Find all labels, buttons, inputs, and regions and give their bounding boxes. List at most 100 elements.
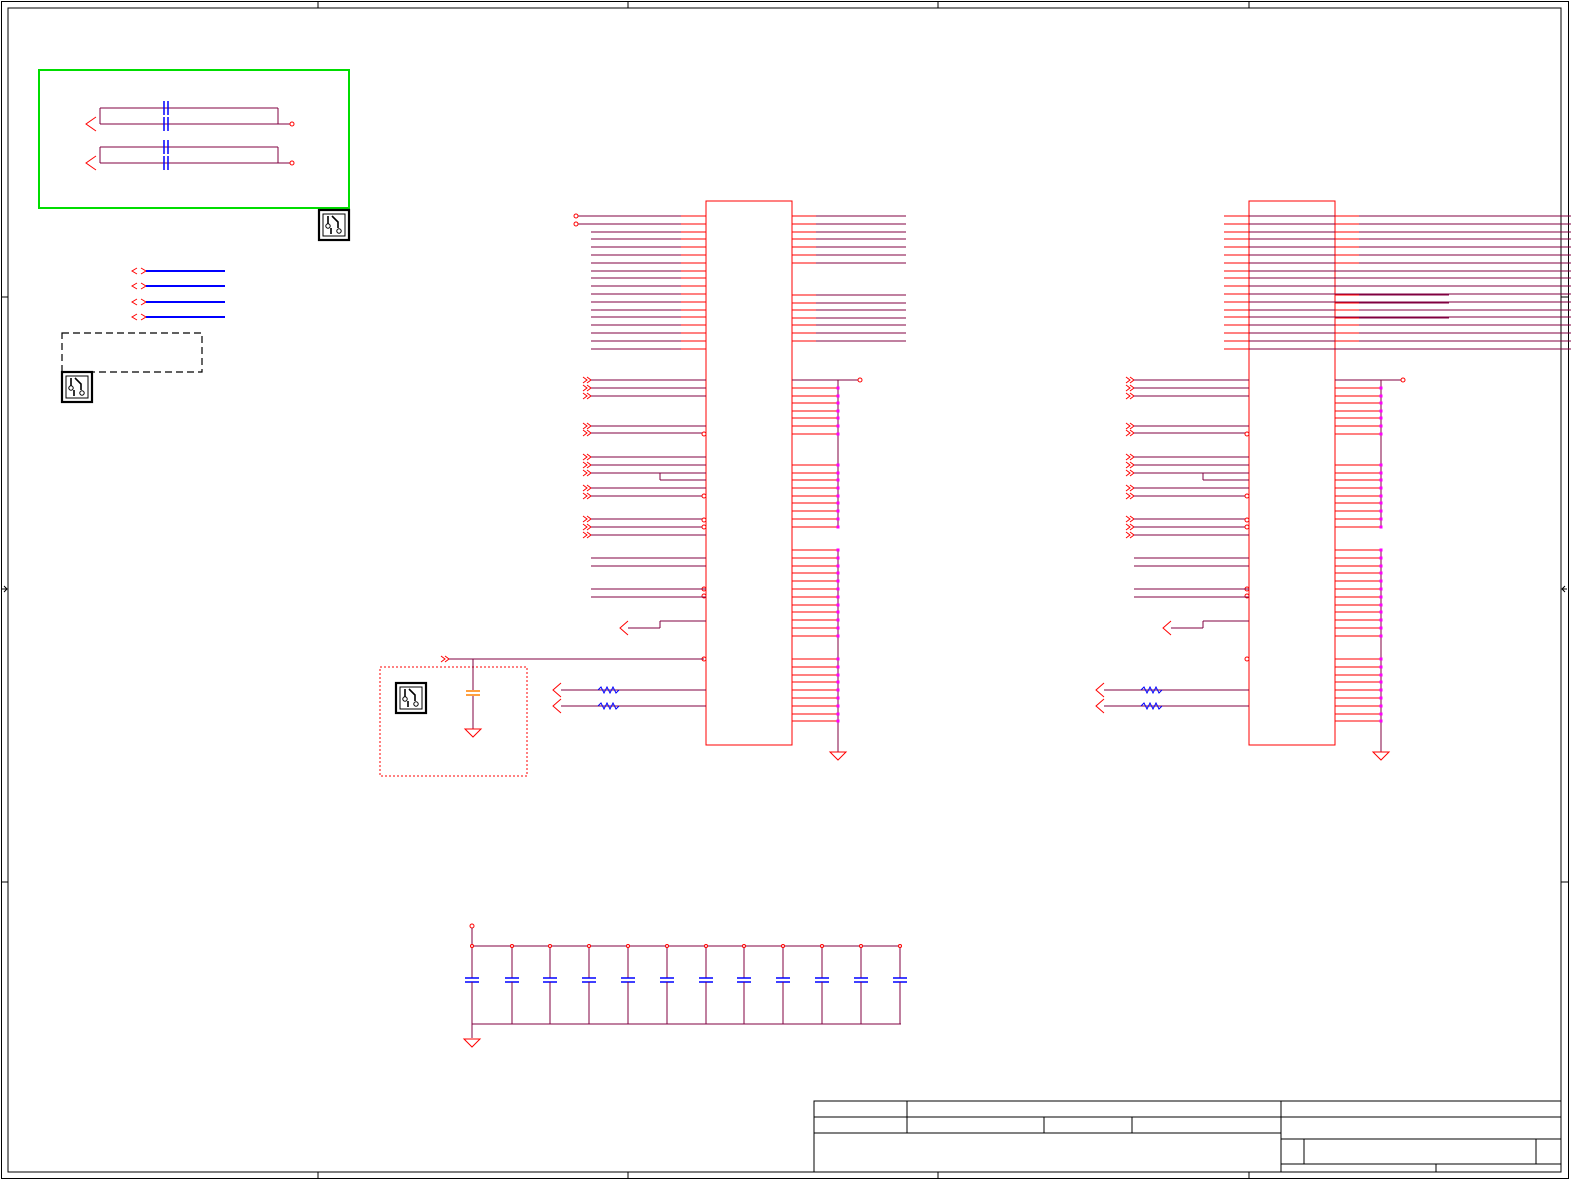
junction-dot [836,634,840,638]
port-arrow [582,469,592,477]
junction-dot [1379,463,1383,467]
schematic-sheet [0,0,1571,1182]
junction [820,944,824,948]
port-arrow [582,515,592,523]
port-bus-group [61,267,225,373]
port-arrow [582,461,592,469]
pin-end [701,431,707,437]
junction-dot [836,494,840,498]
junction-dot [1379,394,1383,398]
junction-dot [836,432,840,436]
schematic-canvas [1,1,1571,1179]
port-arrow [1125,531,1135,539]
junction-dot [836,509,840,513]
title-block-frame [813,1100,1562,1173]
pin-end [469,923,475,929]
pcb-icons [60,208,428,715]
junction-dot [836,386,840,390]
signal-port [1095,698,1105,714]
port-arrow [440,655,450,663]
ground-symbol [463,728,483,738]
junction [587,944,591,948]
junction-dot [1379,556,1383,560]
port-arrow [1125,484,1135,492]
junction-dot [1379,386,1383,390]
junction-dot [836,556,840,560]
bus-port-arrow [131,298,147,306]
junction-dot [1379,673,1383,677]
junction-dot [1379,680,1383,684]
port-arrow [582,492,592,500]
pin-end [573,213,579,219]
junction [626,944,630,948]
power-decoupling-block [38,69,350,209]
pin-end [289,160,295,166]
note-box [61,332,203,373]
junction-dot [1379,478,1383,482]
title-block [813,1100,1562,1173]
junction-dot [1379,501,1383,505]
port-arrow [582,376,592,384]
pin-end [1244,493,1250,499]
junction-dot [1379,610,1383,614]
port-arrow [582,484,592,492]
power-port [85,116,97,132]
junction-dot [836,618,840,622]
pin-end [289,121,295,127]
decoupling-capacitor-bank [462,923,907,1048]
junction-dot [836,571,840,575]
junction [704,944,708,948]
junction-dot [1379,401,1383,405]
ground-symbol [828,751,848,761]
port-arrow [582,384,592,392]
junction-dot [1379,432,1383,436]
junction-dot [1379,409,1383,413]
port-arrow [1125,461,1135,469]
pcb-layout-icon [317,208,351,242]
junction [898,944,902,948]
junction-dot [836,587,840,591]
junction [781,944,785,948]
junction-dot [836,424,840,428]
rc-filter-block [379,655,704,777]
junction-dot [836,401,840,405]
junction-dot [836,704,840,708]
junction-dot [1379,719,1383,723]
junction-dot [836,712,840,716]
junction [742,944,746,948]
port-arrow [1125,429,1135,437]
connector-symbol-right[interactable] [1095,200,1571,761]
junction-dot [836,471,840,475]
pin-end [857,377,863,383]
port-arrow [1125,392,1135,400]
junction-dot [836,657,840,661]
junction-dot [836,696,840,700]
port-arrow [582,422,592,430]
junction-dot [836,579,840,583]
junction-dot [836,680,840,684]
pin-end [701,493,707,499]
port-arrow [582,531,592,539]
icon-via [68,385,74,391]
icon-via [413,701,419,707]
ground-symbol [1371,751,1391,761]
junction-dot [836,548,840,552]
junction [665,944,669,948]
ground-port [619,620,629,636]
port-arrow [1125,422,1135,430]
junction-dot [1379,595,1383,599]
port-arrow [1125,384,1135,392]
connector-symbol-left[interactable] [552,200,906,761]
port-arrow [582,523,592,531]
junction-dot [1379,517,1383,521]
junction-dot [836,564,840,568]
pin-end [1244,517,1250,523]
zone-arrow [1561,585,1567,593]
junction [470,944,474,948]
pin-end [573,221,579,227]
junction [859,944,863,948]
junction-dot [836,626,840,630]
junction-dot [1379,579,1383,583]
junction-dot [836,688,840,692]
junction-dot [1379,525,1383,529]
